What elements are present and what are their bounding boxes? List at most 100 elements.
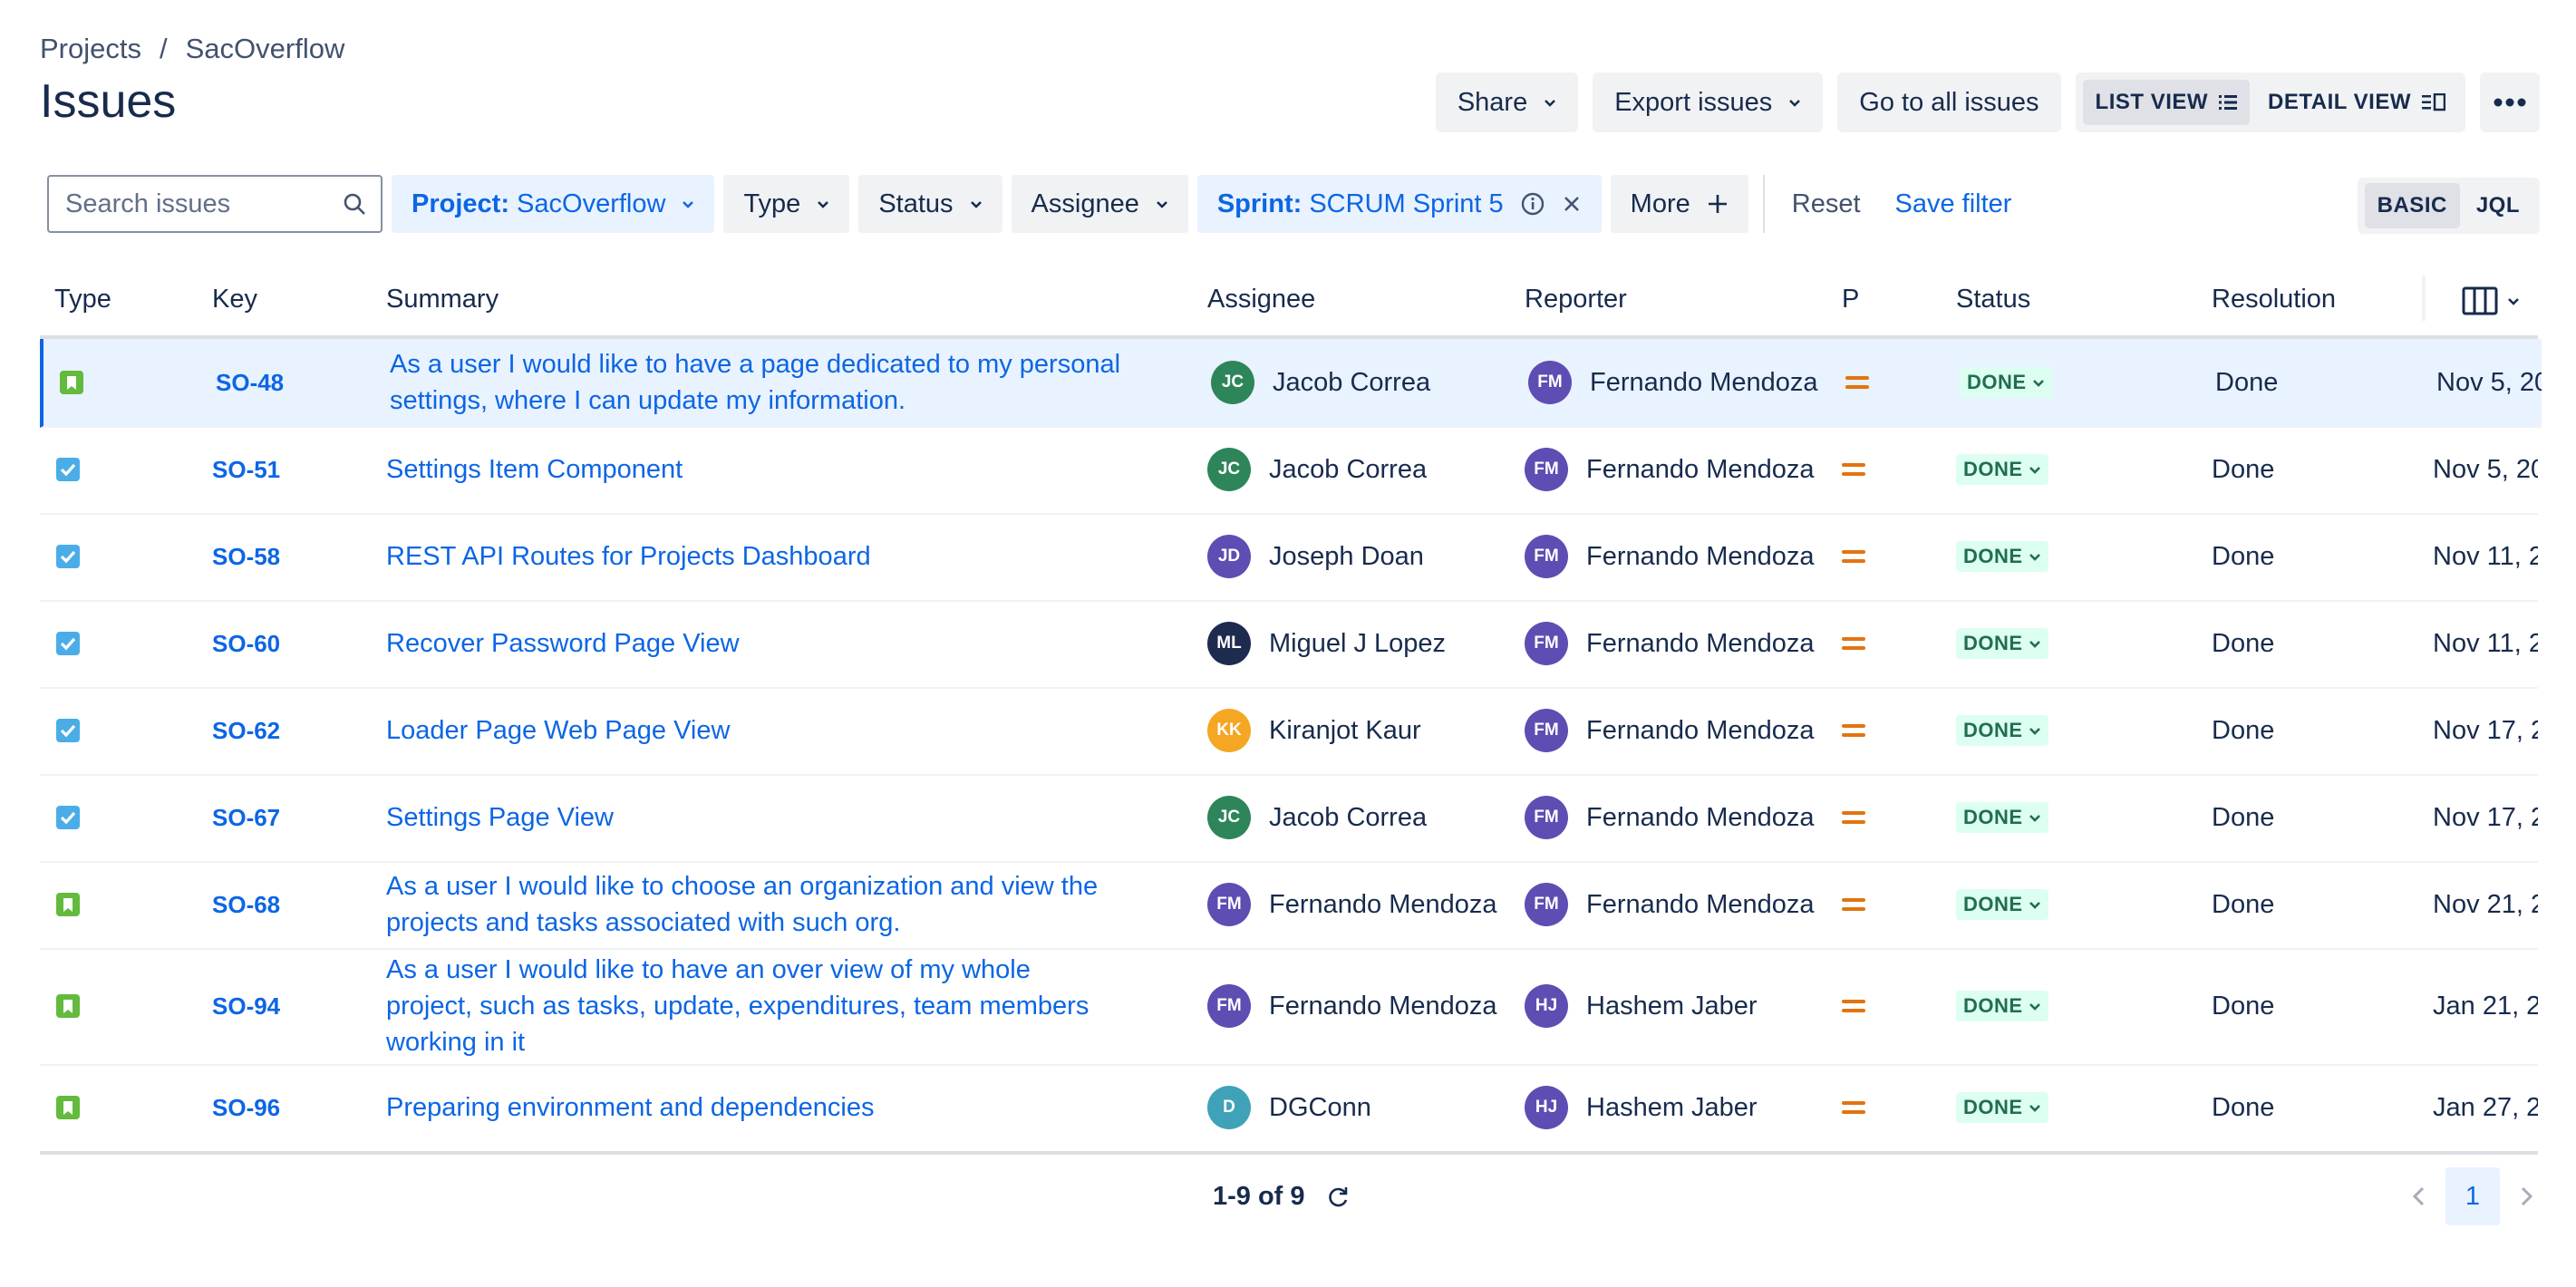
column-status[interactable]: Status [1956,285,2030,314]
reset-button[interactable]: Reset [1779,189,1874,219]
issue-key-link[interactable]: SO-48 [216,369,284,397]
reporter-name: Hashem Jaber [1586,991,1758,1021]
assignee-cell[interactable]: JC Jacob Correa [1211,339,1430,426]
issue-key-link[interactable]: SO-67 [212,804,280,832]
assignee-cell[interactable]: FM Fernando Mendoza [1207,861,1497,948]
issue-key-link[interactable]: SO-60 [212,630,280,658]
reporter-cell[interactable]: FM Fernando Mendoza [1525,861,1815,948]
more-actions-button[interactable] [2480,73,2540,132]
reporter-cell[interactable]: FM Fernando Mendoza [1525,513,1815,600]
column-summary[interactable]: Summary [386,285,499,314]
issue-summary-link[interactable]: Recover Password Page View [386,625,740,662]
assignee-name: Miguel J Lopez [1269,628,1447,658]
status-badge[interactable]: DONE [1956,1092,2048,1123]
table-row[interactable]: SO-58 REST API Routes for Projects Dashbo… [40,513,2538,602]
search-input[interactable] [63,188,339,220]
column-assignee[interactable]: Assignee [1207,285,1315,314]
table-row[interactable]: SO-48 As a user I would like to have a pa… [40,339,2542,428]
assignee-cell[interactable]: KK Kiranjot Kaur [1207,687,1421,774]
chevron-left-icon[interactable] [2406,1183,2433,1210]
column-priority[interactable]: P [1842,285,1859,314]
issue-summary-link[interactable]: Settings Item Component [386,451,683,488]
issue-key-link[interactable]: SO-96 [212,1094,280,1122]
breadcrumb-project[interactable]: SacOverflow [186,33,345,65]
reporter-cell[interactable]: FM Fernando Mendoza [1525,687,1815,774]
go-to-all-issues-button[interactable]: Go to all issues [1837,73,2061,132]
column-reporter[interactable]: Reporter [1525,285,1627,314]
reporter-cell[interactable]: FM Fernando Mendoza [1528,339,1818,426]
jql-mode-button[interactable]: JQL [2464,183,2532,228]
issue-summary-link[interactable]: REST API Routes for Projects Dashboard [386,538,871,575]
page-button-current[interactable]: 1 [2445,1167,2500,1225]
table-row[interactable]: SO-94 As a user I would like to have an o… [40,948,2538,1066]
issue-summary-link[interactable]: As a user I would like to have an over v… [386,952,1089,1060]
reporter-cell[interactable]: FM Fernando Mendoza [1525,426,1815,513]
info-icon[interactable] [1520,191,1545,217]
table-row[interactable]: SO-96 Preparing environment and dependenc… [40,1064,2538,1153]
issue-summary-link[interactable]: Settings Page View [386,799,614,836]
detail-view-button[interactable]: DETAIL VIEW [2255,80,2458,125]
column-key[interactable]: Key [212,285,257,314]
breadcrumb-projects[interactable]: Projects [40,33,141,65]
status-filter[interactable]: Status [858,175,1002,233]
issue-summary-link[interactable]: As a user I would like to have a page de… [390,346,1120,419]
issue-summary-link[interactable]: As a user I would like to choose an orga… [386,868,1098,941]
reporter-cell[interactable]: HJ Hashem Jaber [1525,1064,1758,1151]
status-badge[interactable]: DONE [1956,541,2048,572]
more-filters-button[interactable]: More [1610,175,1748,233]
export-issues-button[interactable]: Export issues [1593,73,1824,132]
status-badge[interactable]: DONE [1956,991,2048,1021]
avatar: FM [1525,535,1568,578]
status-badge[interactable]: DONE [1956,715,2048,746]
list-view-button[interactable]: LIST VIEW [2082,80,2251,125]
assignee-cell[interactable]: D DGConn [1207,1064,1371,1151]
project-filter[interactable]: Project: SacOverflow [392,175,715,233]
reporter-cell[interactable]: FM Fernando Mendoza [1525,774,1815,861]
column-resolution[interactable]: Resolution [2212,285,2336,314]
reporter-name: Fernando Mendoza [1590,367,1818,397]
table-row[interactable]: SO-68 As a user I would like to choose an… [40,861,2538,950]
issue-key-link[interactable]: SO-58 [212,543,280,571]
save-filter-button[interactable]: Save filter [1883,189,2025,219]
assignee-filter[interactable]: Assignee [1011,175,1188,233]
issues-page: Projects / SacOverflow Issues Share Expo… [0,0,2576,1287]
issue-key-link[interactable]: SO-51 [212,456,280,484]
share-button[interactable]: Share [1435,73,1579,132]
table-row[interactable]: SO-60 Recover Password Page View ML Miguel … [40,600,2538,689]
list-icon [2219,95,2238,110]
table-row[interactable]: SO-62 Loader Page Web Page View KK Kiranjot… [40,687,2538,776]
table-row[interactable]: SO-67 Settings Page View JC Jacob Correa FM F… [40,774,2538,863]
status-badge[interactable]: DONE [1956,889,2048,920]
assignee-cell[interactable]: JC Jacob Correa [1207,426,1427,513]
issue-summary-link[interactable]: Preparing environment and dependencies [386,1089,874,1126]
reporter-cell[interactable]: FM Fernando Mendoza [1525,600,1815,687]
assignee-cell[interactable]: JD Joseph Doan [1207,513,1424,600]
issue-key-link[interactable]: SO-62 [212,717,280,745]
type-filter[interactable]: Type [723,175,850,233]
column-type[interactable]: Type [54,285,111,314]
assignee-cell[interactable]: FM Fernando Mendoza [1207,948,1497,1064]
column-resize-handle[interactable] [2422,276,2426,321]
assignee-cell[interactable]: ML Miguel J Lopez [1207,600,1446,687]
reporter-name: Hashem Jaber [1586,1092,1758,1122]
issue-key-link[interactable]: SO-68 [212,891,280,919]
sprint-filter-value: SCRUM Sprint 5 [1309,189,1504,218]
status-badge[interactable]: DONE [1956,454,2048,485]
table-row[interactable]: SO-51 Settings Item Component JC Jacob Corr… [40,426,2538,515]
column-picker-button[interactable] [2462,286,2520,315]
chevron-right-icon[interactable] [2513,1183,2540,1210]
priority-medium-icon [1842,462,1865,477]
issue-type [60,339,83,426]
status-badge[interactable]: DONE [1956,802,2048,833]
basic-mode-button[interactable]: BASIC [2364,183,2460,228]
search-icon[interactable] [343,192,366,216]
refresh-icon[interactable] [1325,1185,1351,1210]
sprint-filter[interactable]: Sprint: SCRUM Sprint 5 [1196,175,1602,233]
status-badge[interactable]: DONE [1960,367,2052,398]
assignee-cell[interactable]: JC Jacob Correa [1207,774,1427,861]
close-icon[interactable] [1562,194,1582,214]
issue-summary-link[interactable]: Loader Page Web Page View [386,712,730,749]
status-badge[interactable]: DONE [1956,628,2048,659]
issue-key-link[interactable]: SO-94 [212,992,280,1021]
reporter-cell[interactable]: HJ Hashem Jaber [1525,948,1758,1064]
